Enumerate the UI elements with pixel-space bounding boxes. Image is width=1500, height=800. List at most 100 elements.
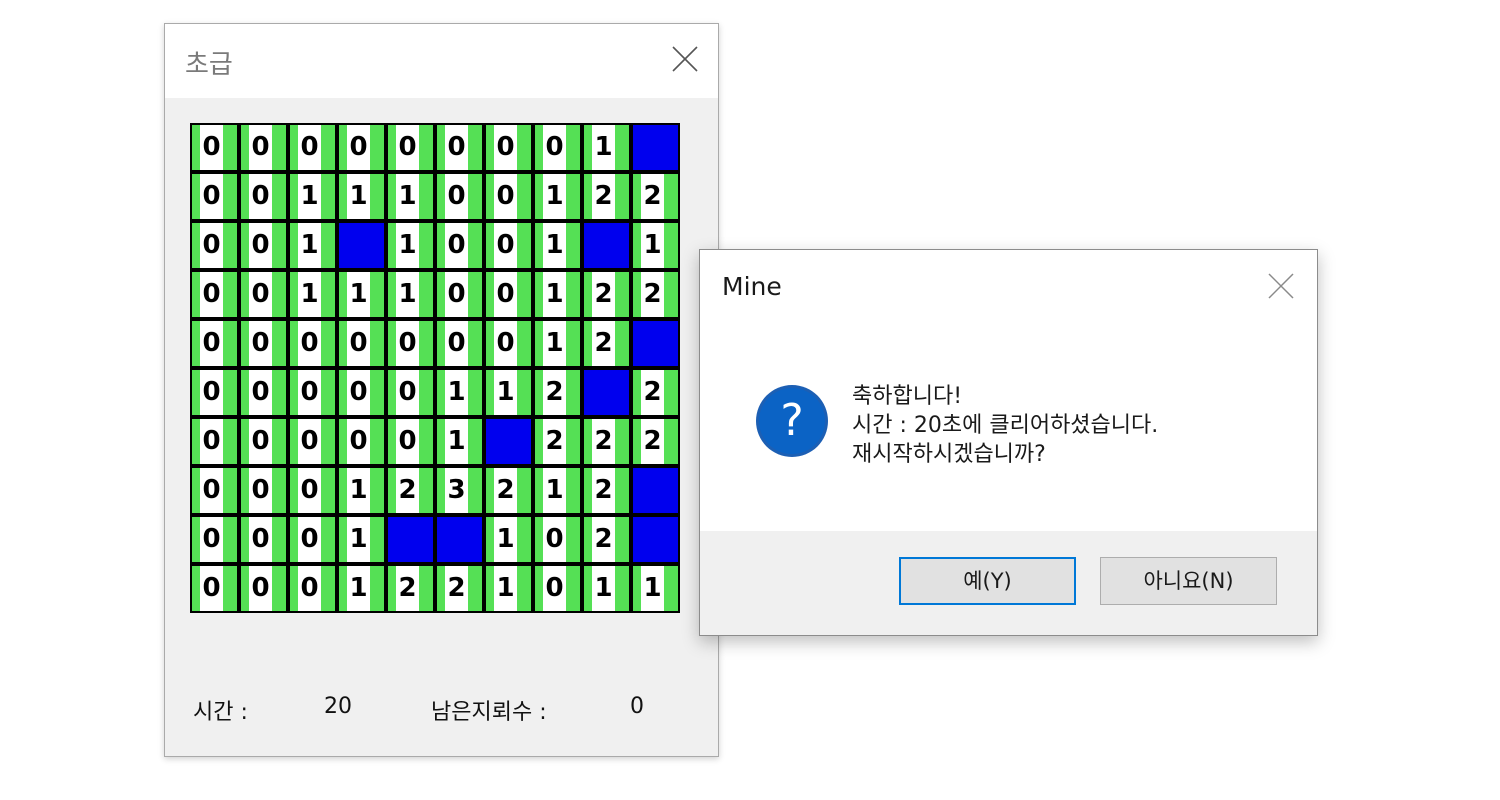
number-cell[interactable]: 2 bbox=[582, 417, 631, 466]
number-cell[interactable]: 1 bbox=[337, 564, 386, 613]
number-cell[interactable]: 0 bbox=[435, 172, 484, 221]
number-cell[interactable]: 2 bbox=[435, 564, 484, 613]
number-cell[interactable]: 2 bbox=[582, 172, 631, 221]
number-cell[interactable]: 0 bbox=[435, 270, 484, 319]
number-cell[interactable]: 0 bbox=[435, 221, 484, 270]
number-cell[interactable]: 0 bbox=[288, 417, 337, 466]
number-cell[interactable]: 0 bbox=[239, 172, 288, 221]
number-cell[interactable]: 0 bbox=[288, 319, 337, 368]
number-cell[interactable]: 3 bbox=[435, 466, 484, 515]
number-cell[interactable]: 0 bbox=[239, 368, 288, 417]
number-cell[interactable]: 0 bbox=[239, 123, 288, 172]
number-cell[interactable]: 0 bbox=[288, 123, 337, 172]
number-cell[interactable]: 0 bbox=[484, 123, 533, 172]
number-cell[interactable]: 0 bbox=[239, 466, 288, 515]
number-cell[interactable]: 1 bbox=[435, 368, 484, 417]
number-cell[interactable]: 0 bbox=[288, 368, 337, 417]
mine-cell[interactable] bbox=[386, 515, 435, 564]
number-cell[interactable]: 1 bbox=[386, 221, 435, 270]
number-cell[interactable]: 0 bbox=[533, 123, 582, 172]
mine-cell[interactable] bbox=[435, 515, 484, 564]
number-cell[interactable]: 2 bbox=[631, 172, 680, 221]
number-cell[interactable]: 1 bbox=[582, 564, 631, 613]
number-cell[interactable]: 0 bbox=[239, 319, 288, 368]
number-cell[interactable]: 1 bbox=[631, 564, 680, 613]
number-cell[interactable]: 0 bbox=[190, 172, 239, 221]
mine-cell[interactable] bbox=[484, 417, 533, 466]
number-cell[interactable]: 0 bbox=[484, 221, 533, 270]
number-cell[interactable]: 0 bbox=[533, 564, 582, 613]
number-cell[interactable]: 2 bbox=[582, 270, 631, 319]
number-cell[interactable]: 0 bbox=[533, 515, 582, 564]
number-cell[interactable]: 0 bbox=[435, 319, 484, 368]
number-cell[interactable]: 0 bbox=[386, 417, 435, 466]
number-cell[interactable]: 2 bbox=[631, 368, 680, 417]
number-cell[interactable]: 2 bbox=[386, 564, 435, 613]
number-cell[interactable]: 0 bbox=[239, 515, 288, 564]
mine-cell[interactable] bbox=[631, 466, 680, 515]
mine-cell[interactable] bbox=[631, 515, 680, 564]
number-cell[interactable]: 0 bbox=[239, 564, 288, 613]
number-cell[interactable]: 0 bbox=[239, 417, 288, 466]
number-cell[interactable]: 1 bbox=[337, 172, 386, 221]
number-cell[interactable]: 1 bbox=[533, 270, 582, 319]
number-cell[interactable]: 2 bbox=[631, 270, 680, 319]
number-cell[interactable]: 1 bbox=[288, 270, 337, 319]
number-cell[interactable]: 1 bbox=[288, 221, 337, 270]
number-cell[interactable]: 0 bbox=[288, 564, 337, 613]
number-cell[interactable]: 1 bbox=[484, 515, 533, 564]
number-cell[interactable]: 0 bbox=[386, 123, 435, 172]
number-cell[interactable]: 0 bbox=[239, 221, 288, 270]
number-cell[interactable]: 1 bbox=[435, 417, 484, 466]
number-cell[interactable]: 0 bbox=[190, 123, 239, 172]
number-cell[interactable]: 1 bbox=[386, 270, 435, 319]
number-cell[interactable]: 2 bbox=[386, 466, 435, 515]
mine-cell[interactable] bbox=[582, 368, 631, 417]
number-cell[interactable]: 2 bbox=[631, 417, 680, 466]
number-cell[interactable]: 1 bbox=[582, 123, 631, 172]
number-cell[interactable]: 2 bbox=[484, 466, 533, 515]
number-cell[interactable]: 1 bbox=[288, 172, 337, 221]
number-cell[interactable]: 1 bbox=[484, 368, 533, 417]
number-cell[interactable]: 0 bbox=[190, 515, 239, 564]
mine-cell[interactable] bbox=[631, 123, 680, 172]
number-cell[interactable]: 0 bbox=[337, 417, 386, 466]
number-cell[interactable]: 0 bbox=[337, 123, 386, 172]
number-cell[interactable]: 0 bbox=[288, 515, 337, 564]
number-cell[interactable]: 2 bbox=[582, 515, 631, 564]
yes-button[interactable]: 예(Y) bbox=[899, 557, 1076, 605]
number-cell[interactable]: 0 bbox=[190, 221, 239, 270]
number-cell[interactable]: 2 bbox=[582, 319, 631, 368]
number-cell[interactable]: 0 bbox=[190, 368, 239, 417]
number-cell[interactable]: 1 bbox=[484, 564, 533, 613]
number-cell[interactable]: 0 bbox=[337, 368, 386, 417]
number-cell[interactable]: 0 bbox=[239, 270, 288, 319]
number-cell[interactable]: 0 bbox=[484, 319, 533, 368]
number-cell[interactable]: 0 bbox=[288, 466, 337, 515]
number-cell[interactable]: 1 bbox=[533, 172, 582, 221]
number-cell[interactable]: 0 bbox=[386, 368, 435, 417]
number-cell[interactable]: 0 bbox=[190, 564, 239, 613]
number-cell[interactable]: 0 bbox=[190, 466, 239, 515]
mine-cell[interactable] bbox=[337, 221, 386, 270]
close-icon[interactable] bbox=[670, 44, 700, 74]
close-icon[interactable] bbox=[1267, 272, 1295, 300]
number-cell[interactable]: 2 bbox=[533, 417, 582, 466]
number-cell[interactable]: 1 bbox=[386, 172, 435, 221]
number-cell[interactable]: 1 bbox=[337, 466, 386, 515]
no-button[interactable]: 아니요(N) bbox=[1100, 557, 1277, 605]
number-cell[interactable]: 1 bbox=[533, 221, 582, 270]
number-cell[interactable]: 1 bbox=[533, 319, 582, 368]
number-cell[interactable]: 0 bbox=[190, 270, 239, 319]
number-cell[interactable]: 2 bbox=[582, 466, 631, 515]
number-cell[interactable]: 0 bbox=[484, 172, 533, 221]
number-cell[interactable]: 0 bbox=[435, 123, 484, 172]
number-cell[interactable]: 1 bbox=[533, 466, 582, 515]
mine-cell[interactable] bbox=[582, 221, 631, 270]
number-cell[interactable]: 0 bbox=[337, 319, 386, 368]
number-cell[interactable]: 1 bbox=[337, 515, 386, 564]
number-cell[interactable]: 0 bbox=[484, 270, 533, 319]
number-cell[interactable]: 1 bbox=[337, 270, 386, 319]
mine-cell[interactable] bbox=[631, 319, 680, 368]
number-cell[interactable]: 2 bbox=[533, 368, 582, 417]
